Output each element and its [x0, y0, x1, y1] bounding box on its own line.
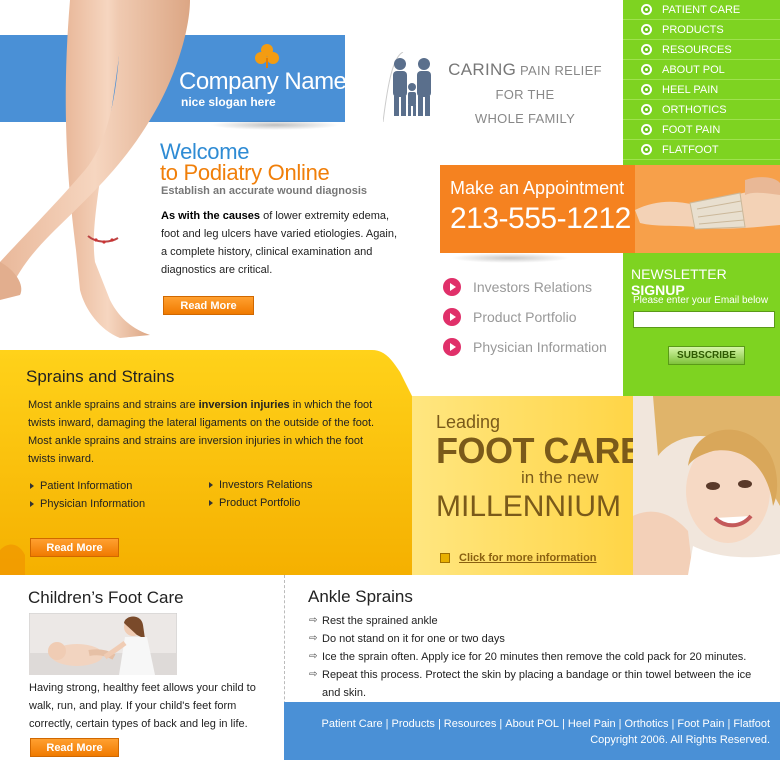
bullet-icon: [641, 64, 652, 75]
footer-link-orthotics[interactable]: Orthotics: [624, 718, 668, 730]
link-investors-relations[interactable]: Investors Relations: [443, 278, 592, 296]
nav-item-heel-pain[interactable]: HEEL PAIN: [623, 80, 780, 100]
sprains-text-bold: inversion injuries: [198, 399, 290, 411]
welcome-read-more-button[interactable]: Read More: [163, 296, 254, 315]
footer-separator: |: [562, 718, 565, 730]
footer-separator: |: [671, 718, 675, 730]
bullet-icon: [641, 44, 652, 55]
welcome-lead: As with the causes: [161, 210, 261, 222]
footer-separator: |: [499, 718, 503, 730]
square-bullet-icon: [440, 553, 450, 563]
promo-millennium: MILLENNIUM: [436, 490, 622, 523]
footer-link-resources[interactable]: Resources: [444, 718, 497, 730]
newsletter-label: Please enter your Email below: [633, 295, 769, 306]
footer-separator: |: [385, 718, 389, 730]
kids-read-more-button[interactable]: Read More: [30, 738, 119, 757]
welcome-subtitle: Establish an accurate wound diagnosis: [161, 185, 367, 197]
footer-separator: |: [727, 718, 731, 730]
nav-item-label: HEEL PAIN: [662, 83, 719, 96]
link-investors-relations[interactable]: Investors Relations: [209, 479, 313, 491]
footer: Patient Care | Products | Resources | About PO…: [284, 702, 780, 760]
link-product-portfolio[interactable]: Product Portfolio: [443, 308, 577, 326]
appointment-phone: 213-555-1212: [450, 202, 631, 235]
list-item: Do not stand on it for one or two days: [309, 630, 771, 648]
footer-link-about-pol[interactable]: About POL: [505, 718, 559, 730]
nav-item-label: FOOT PAIN: [662, 123, 721, 136]
footer-link-products[interactable]: Products: [392, 718, 435, 730]
welcome-body: As with the causes of lower extremity ed…: [161, 207, 406, 279]
promo-in-the-new: in the new: [521, 468, 599, 487]
logo-shadow: [210, 120, 340, 130]
list-item: Rest the sprained ankle: [309, 612, 771, 630]
newsletter-email-input[interactable]: [633, 311, 775, 328]
arrow-right-icon: [443, 308, 461, 326]
nav-item-flatfoot[interactable]: FLATFOOT: [623, 140, 780, 160]
nav-item-label: PRODUCTS: [662, 23, 724, 36]
sprains-read-more-button[interactable]: Read More: [30, 538, 119, 557]
kids-body: Having strong, healthy feet allows your …: [29, 682, 256, 730]
link-patient-information[interactable]: Patient Information: [30, 480, 132, 492]
main-nav: PATIENT CARE PRODUCTS RESOURCES ABOUT PO…: [623, 0, 780, 165]
ankle-title: Ankle Sprains: [308, 587, 413, 606]
link-label: Product Portfolio: [473, 309, 577, 325]
more-information-link[interactable]: Click for more information: [440, 552, 597, 564]
slogan: nice slogan here: [181, 95, 276, 109]
sprains-title: Sprains and Strains: [26, 367, 175, 386]
appointment-title: Make an Appointment: [450, 178, 625, 198]
list-item: Ice the sprain often. Apply ice for 20 m…: [309, 648, 771, 666]
sprains-text-a: Most ankle sprains and strains are: [28, 399, 199, 411]
ankle-tips-list: Rest the sprained ankle Do not stand on …: [309, 612, 771, 702]
footer-link-foot-pain[interactable]: Foot Pain: [677, 718, 724, 730]
welcome-heading-line2: to Podiatry Online: [160, 160, 330, 185]
bandaged-foot-photo: [635, 165, 780, 253]
bullet-icon: [641, 84, 652, 95]
bullet-icon: [641, 124, 652, 135]
clover-logo-icon: [255, 44, 279, 68]
nav-item-about-pol[interactable]: ABOUT POL: [623, 60, 780, 80]
company-name: Company Name: [179, 68, 347, 95]
nav-item-resources[interactable]: RESOURCES: [623, 40, 780, 60]
tagline-caring: CARING: [448, 60, 517, 79]
bullet-icon: [641, 144, 652, 155]
nav-item-label: RESOURCES: [662, 43, 732, 56]
appointment-banner[interactable]: Make an Appointment 213-555-1212: [440, 165, 780, 253]
caring-tagline: CARING PAIN RELIEF FOR THE WHOLE FAMILY: [430, 58, 620, 131]
smiling-woman-photo: [633, 396, 780, 575]
bullet-icon: [641, 4, 652, 15]
tagline-pain-relief: PAIN RELIEF: [516, 63, 602, 78]
arrow-right-icon: [443, 278, 461, 296]
nav-item-label: PATIENT CARE: [662, 3, 741, 16]
nav-item-label: ORTHOTICS: [662, 103, 727, 116]
footer-links: Patient Care | Products | Resources | About PO…: [322, 718, 771, 730]
newsletter-title: NEWSLETTER SIGNUP: [631, 266, 780, 298]
footer-link-flatfoot[interactable]: Flatfoot: [733, 718, 770, 730]
kids-title: Children’s Foot Care: [28, 588, 184, 607]
newsletter-title-plain: NEWSLETTER: [631, 266, 727, 282]
copyright: Copyright 2006. All Rights Reserved.: [590, 734, 770, 746]
bullet-icon: [641, 104, 652, 115]
more-information-label: Click for more information: [459, 552, 597, 564]
bullet-icon: [641, 24, 652, 35]
footer-link-patient-care[interactable]: Patient Care: [322, 718, 383, 730]
sprains-body: Most ankle sprains and strains are inver…: [28, 396, 393, 468]
nav-item-products[interactable]: PRODUCTS: [623, 20, 780, 40]
mother-child-photo: [29, 613, 177, 675]
link-product-portfolio[interactable]: Product Portfolio: [209, 497, 300, 509]
list-item: Repeat this process. Protect the skin by…: [309, 666, 771, 702]
link-label: Investors Relations: [473, 279, 593, 295]
footer-link-heel-pain[interactable]: Heel Pain: [568, 718, 616, 730]
tagline-line2: FOR THE: [495, 87, 555, 102]
nav-item-orthotics[interactable]: ORTHOTICS: [623, 100, 780, 120]
appointment-shadow: [450, 253, 570, 263]
link-physician-information[interactable]: Physician Information: [30, 498, 145, 510]
nav-item-patient-care[interactable]: PATIENT CARE: [623, 0, 780, 20]
footer-separator: |: [437, 718, 441, 730]
nav-item-foot-pain[interactable]: FOOT PAIN: [623, 120, 780, 140]
nav-item-label: ABOUT POL: [662, 63, 725, 76]
nav-item-label: FLATFOOT: [662, 143, 719, 156]
footer-separator: |: [618, 718, 622, 730]
promo-foot-care: FOOT CARE: [436, 430, 644, 471]
tagline-line3: WHOLE FAMILY: [474, 111, 576, 126]
